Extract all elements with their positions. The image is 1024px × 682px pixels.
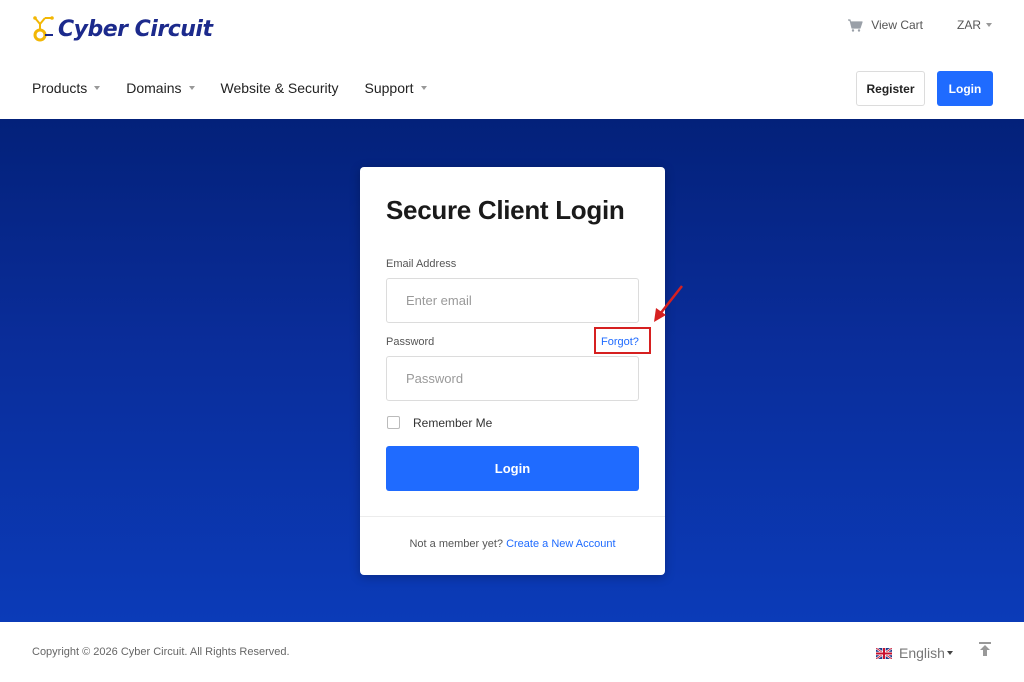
password-input[interactable] <box>386 356 639 401</box>
email-input[interactable] <box>386 278 639 323</box>
cart-icon <box>848 18 863 32</box>
nav-item-label: Domains <box>126 80 182 96</box>
nav-item-label: Products <box>32 80 88 96</box>
signup-prompt-text: Not a member yet? <box>409 538 504 550</box>
annotation-arrow-icon <box>654 285 683 322</box>
nav-item-support[interactable]: Support <box>365 80 427 96</box>
language-selector[interactable]: English <box>876 645 953 661</box>
nav-item-products[interactable]: Products <box>32 80 101 96</box>
currency-label: ZAR <box>957 18 981 32</box>
logo-text: Cyber Circuit <box>58 16 213 42</box>
chevron-down-icon <box>420 86 427 90</box>
back-to-top-icon[interactable] <box>978 641 992 657</box>
signup-prompt: Not a member yet? Create a New Account <box>360 538 665 550</box>
site-header: Cyber Circuit View Cart ZAR Products Dom… <box>0 0 1024 120</box>
forgot-password-link[interactable]: Forgot? <box>601 336 639 348</box>
password-label: Password <box>386 336 435 348</box>
site-logo[interactable]: Cyber Circuit <box>32 12 213 46</box>
chevron-down-icon <box>188 86 195 90</box>
main-nav: Products Domains Website & Security Supp… <box>32 80 453 96</box>
currency-selector[interactable]: ZAR <box>957 18 992 32</box>
nav-item-website-security[interactable]: Website & Security <box>221 80 339 96</box>
nav-item-domains[interactable]: Domains <box>126 80 195 96</box>
nav-item-label: Support <box>364 80 414 96</box>
header-login-button[interactable]: Login <box>937 71 993 106</box>
card-divider <box>360 516 665 517</box>
create-account-link[interactable]: Create a New Account <box>506 538 615 550</box>
copyright-text: Copyright © 2026 Cyber Circuit. All Righ… <box>32 646 290 658</box>
login-title: Secure Client Login <box>386 195 625 225</box>
view-cart-label: View Cart <box>871 18 923 32</box>
language-label: English <box>899 645 945 661</box>
top-utility-bar: View Cart ZAR <box>847 18 992 32</box>
view-cart-link[interactable]: View Cart <box>847 18 923 32</box>
login-card: Secure Client Login Email Address Passwo… <box>360 167 665 575</box>
chevron-down-icon <box>946 651 953 655</box>
nav-item-label: Website & Security <box>220 80 339 96</box>
circuit-logo-icon <box>33 16 54 42</box>
chevron-down-icon <box>986 23 992 27</box>
remember-me-label: Remember Me <box>413 416 493 430</box>
uk-flag-icon <box>876 647 892 659</box>
login-submit-button[interactable]: Login <box>386 446 639 491</box>
remember-me-checkbox[interactable] <box>387 416 400 429</box>
chevron-down-icon <box>94 86 101 90</box>
email-label: Email Address <box>386 258 457 270</box>
register-button[interactable]: Register <box>856 71 925 106</box>
